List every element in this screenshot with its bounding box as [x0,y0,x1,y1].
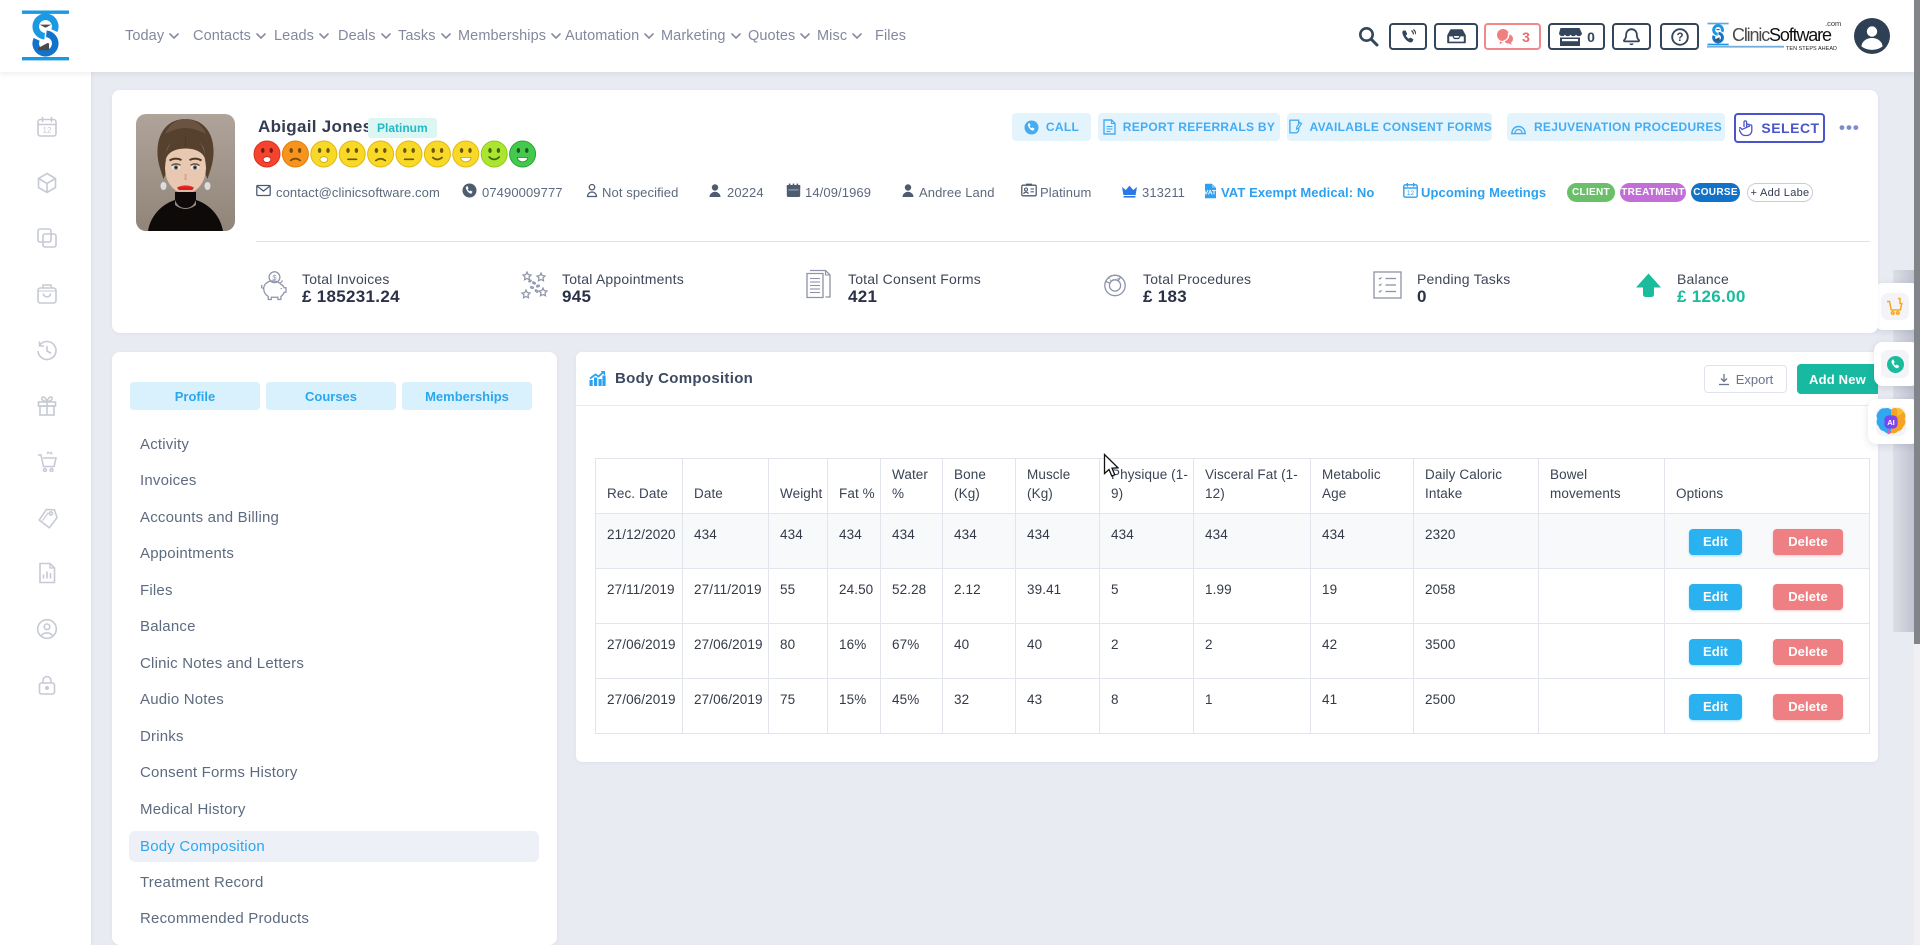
svg-text:12: 12 [1407,190,1415,197]
svg-text:TEN STEPS AHEAD: TEN STEPS AHEAD [1786,46,1837,52]
svg-text:VAT: VAT [1204,190,1216,197]
svg-text:?: ? [1676,32,1683,44]
svg-text:ClinicSoftware: ClinicSoftware [1732,25,1832,45]
svg-text:AI: AI [1887,418,1895,427]
svg-text:12: 12 [43,126,52,135]
svg-text:.com: .com [1825,19,1841,28]
